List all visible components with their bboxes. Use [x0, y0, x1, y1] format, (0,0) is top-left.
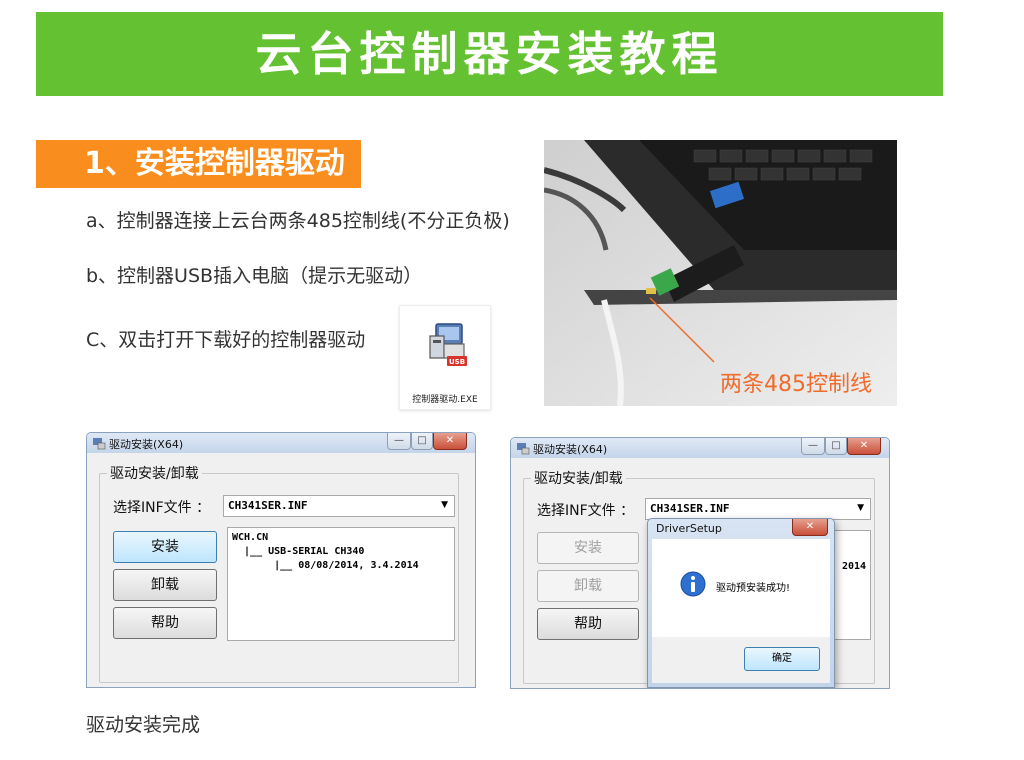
uninstall-button[interactable]: 卸载 — [537, 570, 639, 602]
usb-installer-icon: USB — [429, 323, 467, 366]
close-icon[interactable]: ✕ — [433, 433, 467, 450]
photo-caption: 两条485控制线 — [720, 372, 872, 397]
info-line: |__ 08/08/2014, 3.4.2014 — [232, 560, 419, 571]
info-icon — [680, 571, 706, 597]
group-label: 驱动安装/卸载 — [531, 468, 626, 488]
laptop-usb-photo: 两条485控制线 — [544, 140, 897, 406]
step-heading: 1、安装控制器驱动 — [84, 146, 345, 181]
instruction-a: a、控制器连接上云台两条485控制线(不分正负极) — [86, 210, 510, 232]
dialog-title: 驱动安装(X64) — [109, 438, 184, 451]
ok-button[interactable]: 确定 — [744, 647, 820, 671]
dialog-titlebar: 驱动安装(X64) — □ ✕ — [87, 433, 475, 453]
msgbox-close-icon[interactable]: ✕ — [792, 519, 828, 536]
msgbox-footer: 确定 — [652, 637, 830, 683]
msgbox-title: DriverSetup — [656, 522, 722, 535]
driver-install-dialog-2: 驱动安装(X64) — □ ✕ 驱动安装/卸载 选择INF文件 ： CH341S… — [510, 437, 890, 689]
driver-exe-label: 控制器驱动.EXE — [412, 395, 478, 405]
chevron-down-icon: ▼ — [441, 500, 448, 510]
minimize-icon[interactable]: — — [801, 438, 825, 455]
driver-info-box: WCH.CN |__ USB-SERIAL CH340 |__ 08/08/20… — [227, 527, 455, 641]
group-label: 驱动安装/卸载 — [107, 463, 202, 483]
inf-file-select[interactable]: CH341SER.INF ▼ — [223, 495, 455, 517]
success-message-box: DriverSetup ✕ 驱动预安装成功! 确定 — [647, 518, 835, 688]
inf-file-value: CH341SER.INF — [228, 499, 308, 512]
info-line: |__ USB-SERIAL CH340 — [232, 546, 365, 557]
info-line: WCH.CN — [232, 532, 269, 543]
instruction-c: C、双击打开下载好的控制器驱动 — [86, 329, 366, 351]
help-button[interactable]: 帮助 — [113, 607, 217, 639]
completion-note: 驱动安装完成 — [86, 714, 201, 736]
driver-install-dialog: 驱动安装(X64) — □ ✕ 驱动安装/卸载 选择INF文件 ： CH341S… — [86, 432, 476, 688]
banner-title: 云台控制器安装教程 — [255, 27, 724, 81]
close-icon[interactable]: ✕ — [847, 438, 881, 455]
inf-file-label: 选择INF文件 ： — [537, 503, 635, 519]
window-controls: — □ ✕ — [801, 438, 881, 456]
dialog-titlebar: 驱动安装(X64) — □ ✕ — [511, 438, 889, 458]
msgbox-message: 驱动预安装成功! — [716, 583, 791, 594]
app-icon — [517, 443, 530, 455]
inf-file-value: CH341SER.INF — [650, 502, 730, 515]
title-banner: 云台控制器安装教程 — [36, 12, 943, 96]
instruction-b: b、控制器USB插入电脑（提示无驱动） — [86, 265, 423, 287]
uninstall-button[interactable]: 卸载 — [113, 569, 217, 601]
window-controls: — □ ✕ — [387, 433, 467, 451]
maximize-icon[interactable]: □ — [825, 438, 847, 455]
maximize-icon[interactable]: □ — [411, 433, 433, 450]
driver-exe-file[interactable]: USB 控制器驱动.EXE — [399, 305, 491, 410]
info-line-partial: 2014 — [842, 561, 867, 572]
app-icon — [93, 438, 106, 450]
step-heading-badge: 1、安装控制器驱动 — [36, 140, 361, 188]
dialog-title: 驱动安装(X64) — [533, 443, 608, 456]
install-button[interactable]: 安装 — [113, 531, 217, 563]
minimize-icon[interactable]: — — [387, 433, 411, 450]
inf-file-label: 选择INF文件 ： — [113, 500, 211, 516]
install-button[interactable]: 安装 — [537, 532, 639, 564]
dialog-body: 驱动安装/卸载 选择INF文件 ： CH341SER.INF ▼ 安装 卸载 帮… — [91, 455, 471, 683]
help-button[interactable]: 帮助 — [537, 608, 639, 640]
svg-text:USB: USB — [449, 358, 465, 366]
msgbox-body: 驱动预安装成功! 确定 — [652, 539, 830, 683]
inf-file-select[interactable]: CH341SER.INF ▼ — [645, 498, 871, 520]
chevron-down-icon: ▼ — [857, 503, 864, 513]
